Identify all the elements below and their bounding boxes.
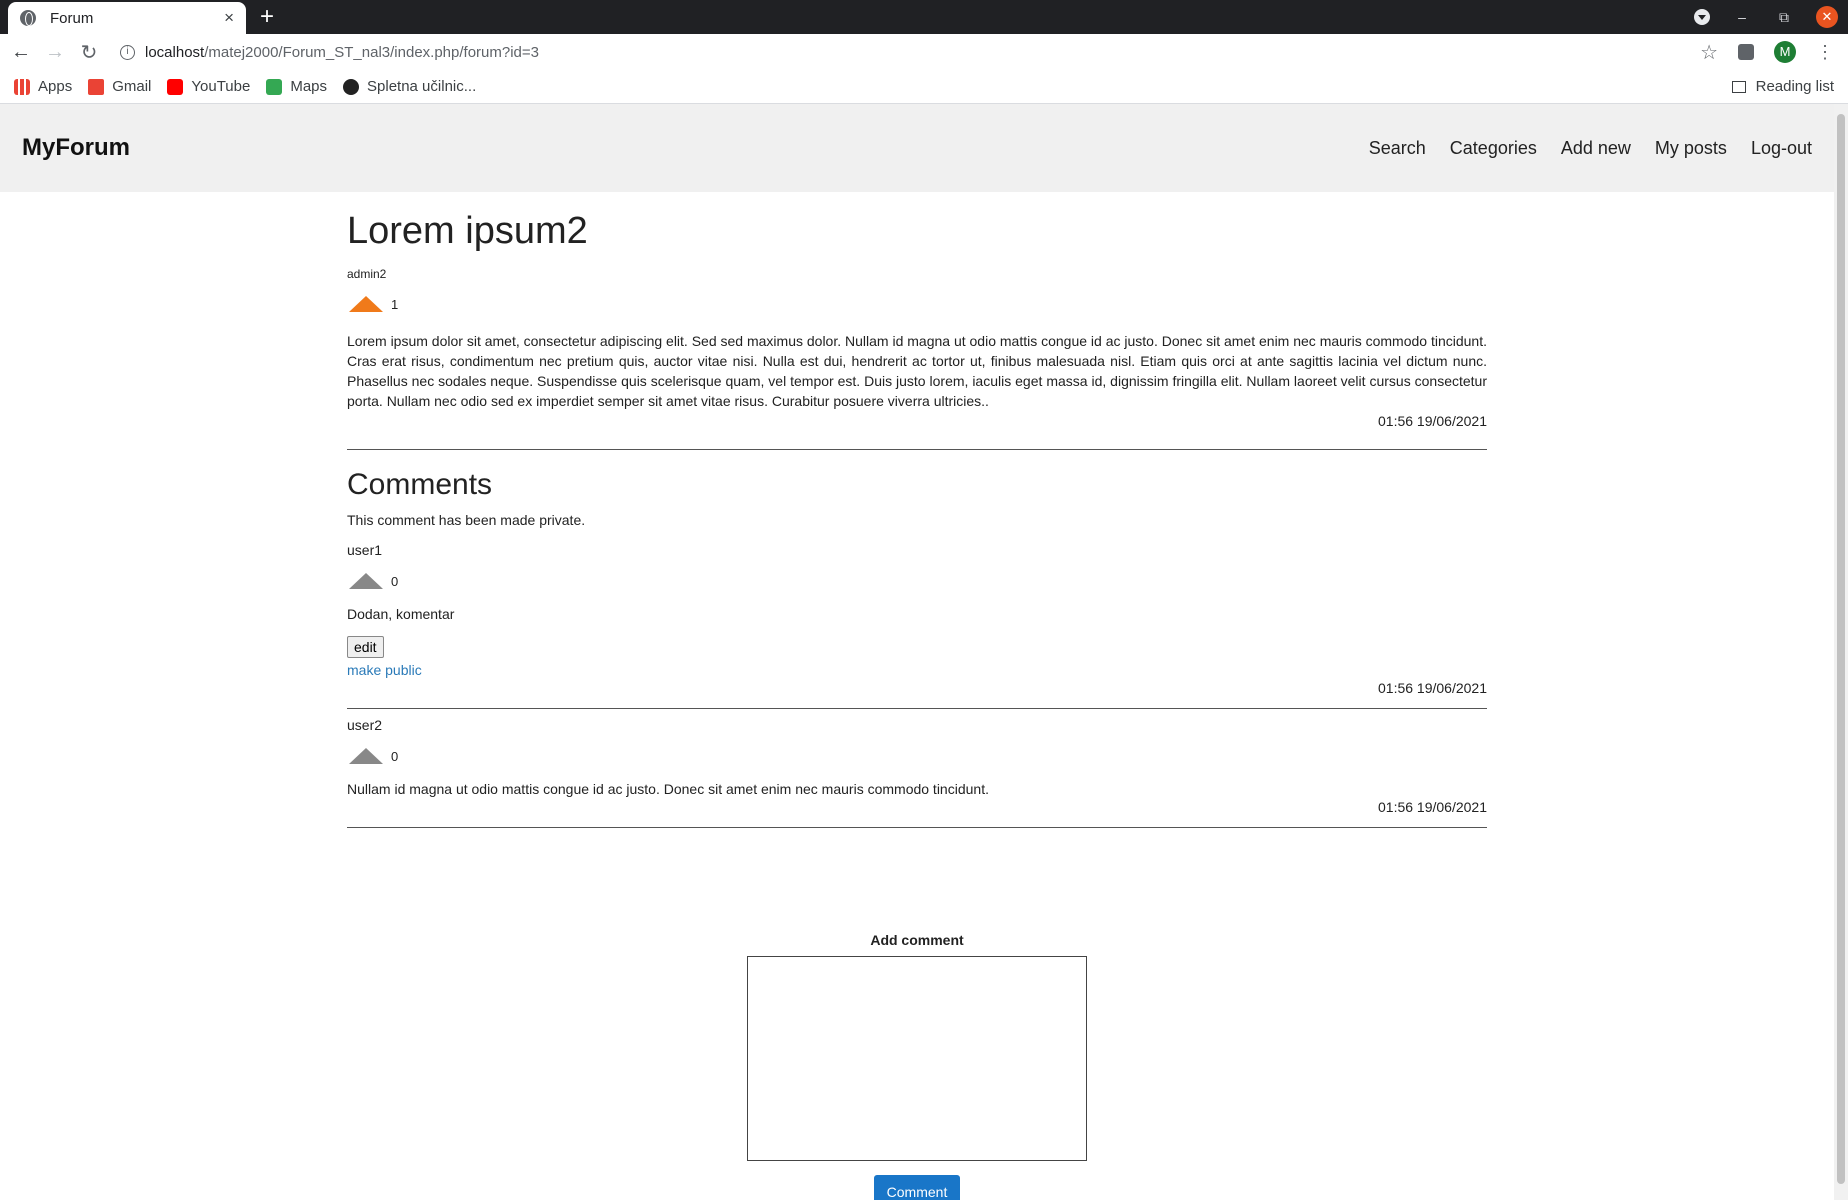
bookmark-maps[interactable]: Maps — [266, 78, 327, 95]
nav-categories[interactable]: Categories — [1450, 138, 1537, 159]
reload-icon[interactable]: ↻ — [72, 40, 106, 65]
comment-text: Nullam id magna ut odio mattis congue id… — [347, 781, 989, 797]
bookmark-apps[interactable]: Apps — [14, 78, 72, 95]
maps-icon — [266, 78, 283, 95]
add-comment-form: Add comment Comment — [347, 932, 1487, 1200]
nav-search[interactable]: Search — [1369, 138, 1426, 159]
comment-vote-count: 0 — [391, 748, 399, 764]
bookmark-gmail[interactable]: Gmail — [88, 78, 151, 95]
extensions-icon[interactable] — [1738, 44, 1754, 60]
comment-submit-button[interactable]: Comment — [873, 1175, 961, 1200]
comment-vote-count: 0 — [391, 573, 399, 589]
bookmarks-bar: Apps Gmail YouTube Maps Spletna učilnic.… — [0, 70, 1848, 104]
make-public-link[interactable]: make public — [347, 662, 1487, 678]
site-nav: Search Categories Add new My posts Log-o… — [1369, 138, 1812, 159]
comments-title: Comments — [347, 468, 493, 501]
post-timestamp: 01:56 19/06/2021 — [1378, 413, 1487, 429]
upvote-arrow-icon[interactable] — [349, 748, 383, 764]
divider — [347, 827, 1487, 828]
scrollbar-thumb[interactable] — [1837, 114, 1845, 1184]
post-body: Lorem ipsum dolor sit amet, consectetur … — [347, 333, 1487, 409]
window-close-button[interactable]: ✕ — [1816, 6, 1838, 28]
gmail-icon — [88, 78, 105, 95]
bookmark-star-icon[interactable]: ☆ — [1700, 40, 1718, 65]
post-author: admin2 — [347, 267, 387, 281]
window-controls: – ⧉ ✕ — [1694, 6, 1838, 28]
main-content: Lorem ipsum2 admin2 1 Lorem ipsum dolor … — [347, 192, 1487, 1200]
apps-grid-icon — [14, 78, 30, 95]
site-header: MyForum Search Categories Add new My pos… — [0, 104, 1834, 192]
close-tab-icon[interactable]: × — [224, 8, 234, 28]
nav-my-posts[interactable]: My posts — [1655, 138, 1727, 159]
page-viewport: MyForum Search Categories Add new My pos… — [0, 104, 1834, 1200]
address-bar[interactable]: i localhost/matej2000/Forum_ST_nal3/inde… — [120, 37, 1700, 67]
reading-list-button[interactable]: Reading list — [1731, 78, 1834, 95]
divider — [347, 708, 1487, 709]
edit-comment-button[interactable]: edit — [347, 636, 384, 658]
menu-kebab-icon[interactable]: ⋮ — [1816, 42, 1834, 63]
bookmark-youtube[interactable]: YouTube — [167, 78, 250, 95]
fri-icon — [343, 78, 360, 95]
restore-button[interactable]: ⧉ — [1774, 9, 1794, 26]
browser-tab[interactable]: Forum × — [8, 2, 246, 34]
comment-item: user2 0 Nullam id magna ut odio mattis c… — [347, 717, 1487, 828]
upvote-arrow-icon[interactable] — [349, 296, 383, 312]
post-vote: 1 — [347, 293, 1487, 315]
site-brand[interactable]: MyForum — [22, 134, 130, 162]
forward-icon[interactable]: → — [38, 41, 72, 64]
browser-tabbar: Forum × + – ⧉ ✕ — [0, 0, 1848, 34]
comment-user: user2 — [347, 717, 383, 733]
post-vote-count: 1 — [391, 296, 399, 312]
profile-avatar[interactable]: M — [1774, 41, 1796, 63]
comment-timestamp: 01:56 19/06/2021 — [1378, 680, 1487, 696]
comment-vote: 0 — [347, 570, 1487, 592]
bookmark-spletna[interactable]: Spletna učilnic... — [343, 78, 476, 95]
youtube-icon — [167, 78, 184, 95]
comment-user: user1 — [347, 542, 383, 558]
post-title: Lorem ipsum2 — [347, 210, 588, 252]
nav-add-new[interactable]: Add new — [1561, 138, 1631, 159]
comment-textarea[interactable] — [747, 956, 1087, 1161]
info-icon[interactable]: i — [120, 44, 135, 60]
page-scrollbar[interactable] — [1834, 104, 1848, 1200]
nav-log-out[interactable]: Log-out — [1751, 138, 1812, 159]
new-tab-button[interactable]: + — [260, 3, 274, 31]
back-icon[interactable]: ← — [4, 41, 38, 64]
tab-search-icon[interactable] — [1694, 9, 1710, 25]
comment-text: Dodan, komentar — [347, 606, 455, 622]
comment-item: user1 0 Dodan, komentar edit make public… — [347, 542, 1487, 709]
globe-icon — [20, 10, 36, 26]
comment-vote: 0 — [347, 745, 1487, 767]
comment-timestamp: 01:56 19/06/2021 — [1378, 799, 1487, 815]
url-path: /matej2000/Forum_ST_nal3/index.php/forum… — [204, 43, 539, 61]
reading-list-icon — [1731, 80, 1746, 93]
minimize-button[interactable]: – — [1732, 9, 1752, 25]
divider — [347, 449, 1487, 450]
add-comment-label: Add comment — [870, 932, 964, 948]
upvote-arrow-icon[interactable] — [349, 573, 383, 589]
browser-toolbar: ← → ↻ i localhost/matej2000/Forum_ST_nal… — [0, 34, 1848, 70]
private-comment-note: This comment has been made private. — [347, 512, 586, 528]
tab-title: Forum — [50, 9, 94, 27]
url-host: localhost — [145, 43, 205, 61]
